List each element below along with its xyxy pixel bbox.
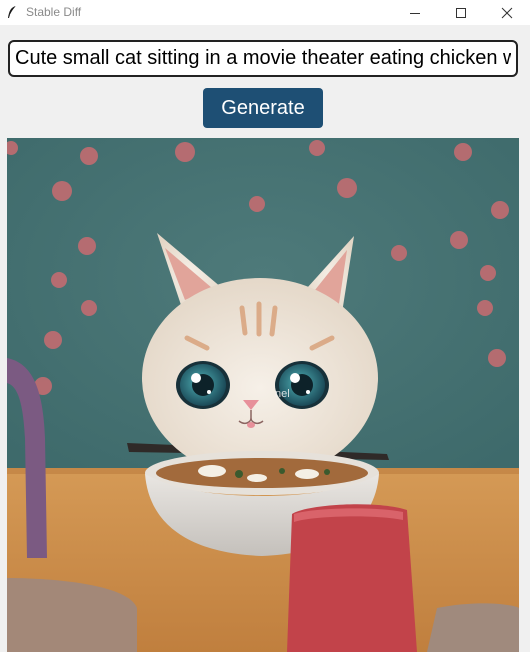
minimize-icon: [410, 12, 420, 14]
feather-icon: [8, 5, 17, 18]
generate-button[interactable]: Generate: [203, 88, 323, 128]
generated-image: nel: [7, 138, 519, 652]
minimize-button[interactable]: [392, 0, 438, 25]
maximize-icon: [456, 7, 466, 18]
close-button[interactable]: [484, 0, 530, 25]
prompt-input[interactable]: [8, 40, 518, 77]
maximize-button[interactable]: [438, 0, 484, 25]
title-bar: Stable Diff: [0, 0, 530, 25]
window-title: Stable Diff: [26, 5, 82, 19]
image-watermark: nel: [275, 388, 290, 400]
close-icon: [501, 7, 513, 18]
cat-illustration: nel: [7, 138, 519, 652]
